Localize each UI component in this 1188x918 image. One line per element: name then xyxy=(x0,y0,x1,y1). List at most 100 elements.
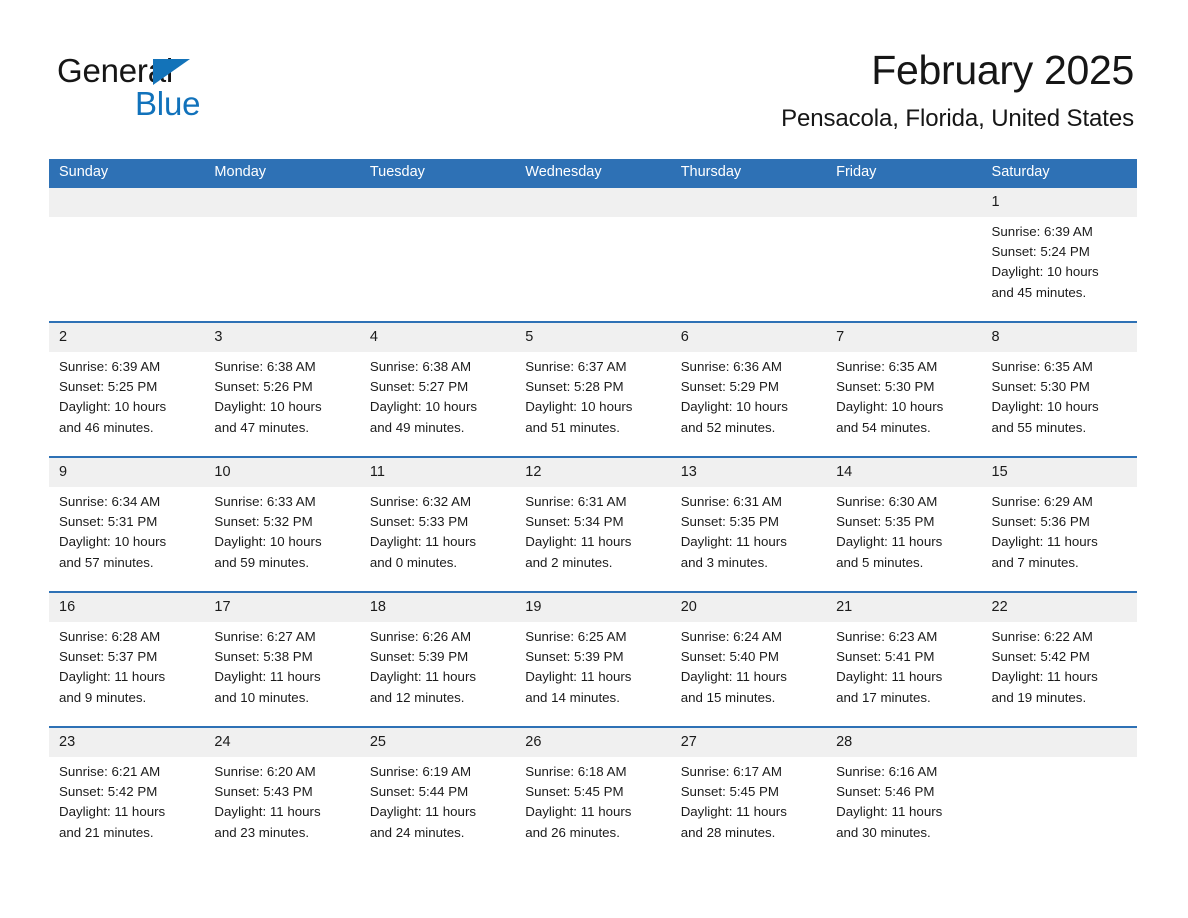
sunset-text: Sunset: 5:35 PM xyxy=(680,514,779,530)
day-cell[interactable]: 24 Sunrise: 6:20 AM Sunset: 5:43 PM Dayligh… xyxy=(204,728,360,844)
weekday-header-friday: Friday xyxy=(836,164,877,180)
day-number-band: 3 xyxy=(204,323,360,352)
weekday-header-thursday: Thursday xyxy=(680,164,742,180)
day-number-band: 25 xyxy=(359,728,516,757)
day-sun-info: Sunrise: 6:27 AM Sunset: 5:38 PM Daylight:… xyxy=(204,622,359,708)
generalblue-logo[interactable]: General Blue xyxy=(57,52,377,132)
day-cell[interactable]: 15 Sunrise: 6:29 AM Sunset: 5:36 PM Dayligh… xyxy=(981,458,1137,591)
day-number-band: 20 xyxy=(670,593,827,622)
day-number: 27 xyxy=(680,734,697,750)
day-cell[interactable]: 27 Sunrise: 6:17 AM Sunset: 5:45 PM Dayligh… xyxy=(670,728,827,844)
day-cell[interactable]: 13 Sunrise: 6:31 AM Sunset: 5:35 PM Dayligh… xyxy=(670,458,827,591)
day-number: 23 xyxy=(59,734,76,750)
day-cell[interactable]: 18 Sunrise: 6:26 AM Sunset: 5:39 PM Dayligh… xyxy=(359,593,516,726)
day-number: 17 xyxy=(214,599,231,615)
sunrise-text: Sunrise: 6:28 AM xyxy=(59,629,161,644)
day-cell[interactable]: 14 Sunrise: 6:30 AM Sunset: 5:35 PM Dayligh… xyxy=(826,458,982,591)
day-sun-info: Sunrise: 6:16 AM Sunset: 5:46 PM Daylight:… xyxy=(826,757,981,843)
day-cell[interactable]: 7 Sunrise: 6:35 AM Sunset: 5:30 PM Daylight… xyxy=(826,323,982,456)
sunset-text: Sunset: 5:35 PM xyxy=(836,514,935,530)
daylight-text-line1: Daylight: 10 hours xyxy=(214,399,322,415)
daylight-text-line1: Daylight: 10 hours xyxy=(214,534,322,550)
day-sun-info: Sunrise: 6:32 AM Sunset: 5:33 PM Daylight:… xyxy=(360,487,515,573)
daylight-text-line2: and 30 minutes. xyxy=(836,824,931,840)
day-cell[interactable]: 11 Sunrise: 6:32 AM Sunset: 5:33 PM Dayligh… xyxy=(359,458,516,591)
day-cell-empty xyxy=(670,188,827,321)
day-cell[interactable]: 1 Sunrise: 6:39 AM Sunset: 5:24 PM Daylight… xyxy=(981,188,1137,321)
day-number-band: 18 xyxy=(359,593,516,622)
day-cell[interactable]: 4 Sunrise: 6:38 AM Sunset: 5:27 PM Daylight… xyxy=(359,323,516,456)
day-number-band: 27 xyxy=(670,728,827,757)
sunrise-text: Sunrise: 6:30 AM xyxy=(836,494,938,509)
day-cell[interactable]: 3 Sunrise: 6:38 AM Sunset: 5:26 PM Daylight… xyxy=(204,323,360,456)
day-number: 28 xyxy=(836,734,853,750)
daylight-text-line2: and 21 minutes. xyxy=(59,824,154,840)
day-cell[interactable]: 10 Sunrise: 6:33 AM Sunset: 5:32 PM Dayligh… xyxy=(204,458,360,591)
daylight-text-line2: and 57 minutes. xyxy=(59,554,154,570)
day-cell[interactable]: 2 Sunrise: 6:39 AM Sunset: 5:25 PM Daylight… xyxy=(49,323,205,456)
day-cell[interactable]: 9 Sunrise: 6:34 AM Sunset: 5:31 PM Daylight… xyxy=(49,458,205,591)
sunrise-text: Sunrise: 6:27 AM xyxy=(214,629,316,644)
daylight-text-line2: and 19 minutes. xyxy=(991,689,1087,705)
day-cell-empty xyxy=(49,188,205,321)
daylight-text-line2: and 14 minutes. xyxy=(525,689,620,705)
daylight-text-line2: and 23 minutes. xyxy=(214,824,310,840)
day-cell[interactable]: 5 Sunrise: 6:37 AM Sunset: 5:28 PM Daylight… xyxy=(515,323,671,456)
day-sun-info: Sunrise: 6:38 AM Sunset: 5:27 PM Daylight:… xyxy=(360,352,515,438)
day-number-band: 28 xyxy=(826,728,982,757)
daylight-text-line1: Daylight: 11 hours xyxy=(59,669,166,685)
sunset-text: Sunset: 5:26 PM xyxy=(214,379,313,395)
day-number-band: 14 xyxy=(826,458,982,487)
day-cell-empty xyxy=(515,188,671,321)
daylight-text-line2: and 52 minutes. xyxy=(680,419,776,435)
day-cell[interactable]: 26 Sunrise: 6:18 AM Sunset: 5:45 PM Dayligh… xyxy=(515,728,671,844)
day-number-band: 6 xyxy=(670,323,827,352)
sunset-text: Sunset: 5:44 PM xyxy=(369,784,469,800)
day-cell[interactable]: 28 Sunrise: 6:16 AM Sunset: 5:46 PM Dayligh… xyxy=(826,728,982,844)
day-cell[interactable]: 8 Sunrise: 6:35 AM Sunset: 5:30 PM Daylight… xyxy=(981,323,1137,456)
day-number: 9 xyxy=(59,464,68,480)
day-number-band: 7 xyxy=(826,323,982,352)
day-number: 24 xyxy=(214,734,231,750)
calendar-page: General Blue February 2025 Pensacola, Fl… xyxy=(0,0,1188,918)
day-number-band xyxy=(49,188,205,217)
daylight-text-line2: and 2 minutes. xyxy=(525,554,613,570)
daylight-text-line1: Daylight: 10 hours xyxy=(836,399,944,415)
day-cell[interactable]: 17 Sunrise: 6:27 AM Sunset: 5:38 PM Dayligh… xyxy=(204,593,360,726)
week-row: 16 Sunrise: 6:28 AM Sunset: 5:37 PM Dayligh… xyxy=(49,591,1137,726)
sunset-text: Sunset: 5:45 PM xyxy=(525,784,624,800)
weekday-header-wednesday: Wednesday xyxy=(525,164,602,180)
day-cell[interactable]: 19 Sunrise: 6:25 AM Sunset: 5:39 PM Dayligh… xyxy=(515,593,671,726)
sunrise-text: Sunrise: 6:31 AM xyxy=(525,494,627,509)
day-cell[interactable]: 16 Sunrise: 6:28 AM Sunset: 5:37 PM Dayligh… xyxy=(49,593,205,726)
day-cell[interactable]: 20 Sunrise: 6:24 AM Sunset: 5:40 PM Dayligh… xyxy=(670,593,827,726)
day-sun-info: Sunrise: 6:39 AM Sunset: 5:24 PM Daylight:… xyxy=(982,217,1137,303)
day-cell[interactable]: 12 Sunrise: 6:31 AM Sunset: 5:34 PM Dayligh… xyxy=(515,458,671,591)
day-cell[interactable]: 6 Sunrise: 6:36 AM Sunset: 5:29 PM Daylight… xyxy=(670,323,827,456)
day-cell[interactable]: 21 Sunrise: 6:23 AM Sunset: 5:41 PM Dayligh… xyxy=(826,593,982,726)
day-cell[interactable]: 25 Sunrise: 6:19 AM Sunset: 5:44 PM Dayligh… xyxy=(359,728,516,844)
day-number: 21 xyxy=(836,599,853,615)
day-cell[interactable]: 23 Sunrise: 6:21 AM Sunset: 5:42 PM Dayligh… xyxy=(49,728,205,844)
day-sun-info: Sunrise: 6:35 AM Sunset: 5:30 PM Daylight:… xyxy=(982,352,1137,438)
day-sun-info: Sunrise: 6:23 AM Sunset: 5:41 PM Daylight:… xyxy=(826,622,981,708)
sunrise-text: Sunrise: 6:33 AM xyxy=(214,494,316,509)
sunrise-text: Sunrise: 6:39 AM xyxy=(991,224,1093,239)
day-number-band: 11 xyxy=(359,458,516,487)
sunset-text: Sunset: 5:45 PM xyxy=(680,784,779,800)
sunrise-text: Sunrise: 6:16 AM xyxy=(836,764,938,779)
day-number: 5 xyxy=(525,329,534,345)
page-title: February 2025 xyxy=(871,47,1134,93)
day-number: 22 xyxy=(991,599,1008,615)
sunrise-text: Sunrise: 6:19 AM xyxy=(369,764,472,779)
day-number: 26 xyxy=(525,734,542,750)
sunset-text: Sunset: 5:24 PM xyxy=(991,244,1090,260)
daylight-text-line1: Daylight: 11 hours xyxy=(680,534,787,550)
sunset-text: Sunset: 5:29 PM xyxy=(680,379,779,395)
daylight-text-line1: Daylight: 10 hours xyxy=(525,399,633,415)
daylight-text-line2: and 54 minutes. xyxy=(836,419,931,435)
sunset-text: Sunset: 5:31 PM xyxy=(59,514,158,530)
day-sun-info: Sunrise: 6:19 AM Sunset: 5:44 PM Daylight:… xyxy=(360,757,515,843)
day-cell[interactable]: 22 Sunrise: 6:22 AM Sunset: 5:42 PM Dayligh… xyxy=(981,593,1137,726)
day-number-band: 10 xyxy=(204,458,360,487)
